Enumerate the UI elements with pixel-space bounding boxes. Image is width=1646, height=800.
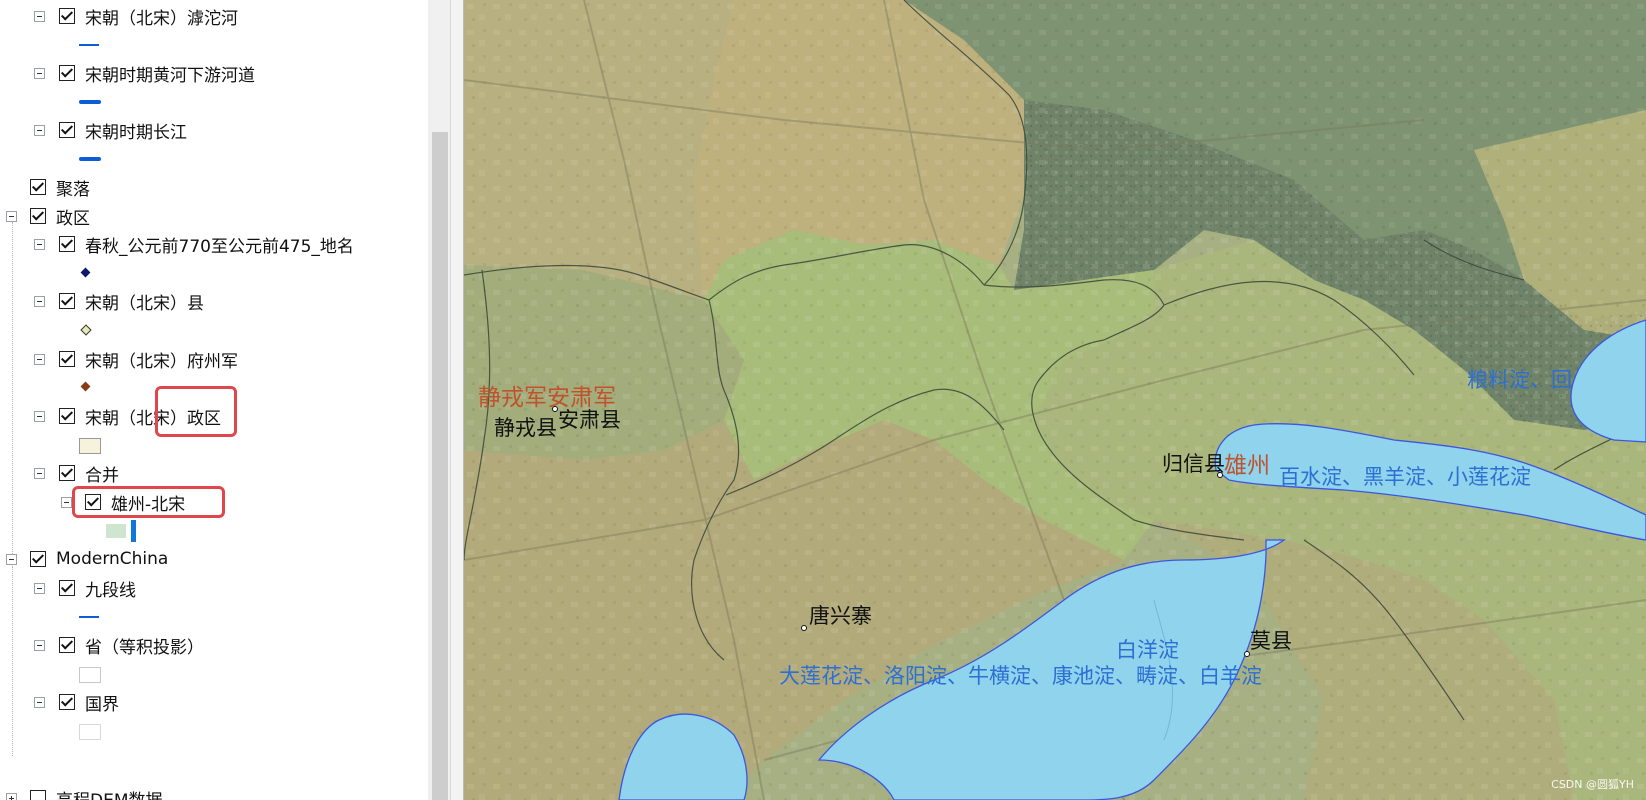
layer-visibility-checkbox[interactable] [30, 551, 46, 567]
map-label-county: 唐兴寨 [809, 604, 872, 628]
layer-row-chunqiu-placenames[interactable]: 春秋_公元前770至公元前475_地名 [34, 232, 354, 257]
tree-guide-line [12, 222, 13, 562]
polygon-symbol-icon [79, 438, 101, 454]
layer-row-merge[interactable]: 合并 [34, 461, 119, 486]
group-row-settlements[interactable]: 聚落 [16, 175, 90, 200]
tree-guide-line [12, 566, 13, 756]
line-symbol-icon [79, 100, 101, 104]
layer-visibility-checkbox[interactable] [59, 65, 75, 81]
layer-visibility-checkbox[interactable] [30, 208, 46, 224]
point-symbol-icon [80, 267, 91, 278]
collapse-toggle-icon[interactable] [34, 67, 45, 79]
group-label: 政区 [56, 208, 90, 229]
layer-visibility-checkbox[interactable] [59, 122, 75, 138]
collapse-toggle-icon[interactable] [34, 124, 45, 136]
collapse-toggle-icon[interactable] [34, 353, 45, 365]
point-symbol-icon [80, 381, 91, 392]
line-symbol-icon [79, 44, 99, 46]
layer-visibility-checkbox[interactable] [59, 293, 75, 309]
collapse-toggle-icon[interactable] [34, 467, 45, 479]
layer-row-song-county[interactable]: 宋朝（北宋）县 [34, 289, 204, 314]
line-symbol-icon [131, 520, 136, 542]
layer-row-song-prefecture[interactable]: 宋朝（北宋）府州军 [34, 347, 238, 372]
toc-scrollbar-thumb[interactable] [432, 132, 448, 800]
layer-label: 宋朝（北宋）滹沱河 [85, 8, 238, 29]
layer-row-national-border[interactable]: 国界 [34, 690, 119, 715]
layer-row-provinces[interactable]: 省（等积投影） [34, 633, 204, 658]
map-label-lake: 大莲花淀、洛阳淀、牛横淀、康池淀、畴淀、白羊淀 [779, 664, 1262, 688]
line-symbol-icon [79, 616, 99, 618]
layer-label: 宋朝（北宋）县 [85, 293, 204, 314]
collapse-toggle-icon[interactable] [34, 410, 45, 422]
map-label-county: 安肃县 [558, 408, 621, 432]
polygon-symbol-icon [106, 524, 126, 538]
collapse-toggle-icon[interactable] [61, 496, 72, 508]
group-row-modernchina[interactable]: ModernChina [6, 547, 168, 571]
map-label-prefecture: 雄州 [1224, 453, 1270, 479]
expand-toggle-icon[interactable] [6, 792, 17, 800]
layer-label: 春秋_公元前770至公元前475_地名 [85, 236, 354, 257]
layer-label: 合并 [85, 465, 119, 486]
table-of-contents-panel: 宋朝（北宋）滹沱河 宋朝时期黄河下游河道 宋朝时期长江 聚落 政区 春秋_公元前… [0, 0, 450, 800]
collapse-toggle-icon[interactable] [34, 582, 45, 594]
polygon-symbol-icon [79, 724, 101, 740]
layer-row-nine-dash-line[interactable]: 九段线 [34, 576, 136, 601]
layer-label: 国界 [85, 694, 119, 715]
panel-splitter[interactable] [450, 0, 464, 800]
map-label-lake: 百水淀、黑羊淀、小莲花淀 [1279, 465, 1531, 489]
layer-label: 九段线 [85, 580, 136, 601]
map-label-county: 莫县 [1250, 629, 1292, 653]
layer-label: 省（等积投影） [85, 637, 204, 658]
layer-visibility-checkbox[interactable] [59, 694, 75, 710]
layer-visibility-checkbox[interactable] [30, 790, 46, 800]
layer-visibility-checkbox[interactable] [59, 236, 75, 252]
map-label-lake: 粮料淀、回 [1467, 368, 1572, 392]
group-label: 聚落 [56, 179, 90, 200]
collapse-toggle-icon[interactable] [34, 696, 45, 708]
layer-visibility-checkbox[interactable] [59, 351, 75, 367]
map-canvas[interactable]: 静戎军安肃军 静戎县 安肃县 归信县 雄州 百水淀、黑羊淀、小莲花淀 粮料淀、回… [464, 0, 1646, 800]
collapse-toggle-icon[interactable] [34, 639, 45, 651]
watermark: CSDN @圆狐YH [1551, 778, 1634, 791]
settlement-point-icon[interactable] [801, 625, 807, 631]
layer-row-hutuo-river[interactable]: 宋朝（北宋）滹沱河 [34, 4, 238, 29]
group-label: 高程DEM数据 [56, 786, 163, 800]
layer-label: 宋朝时期黄河下游河道 [85, 65, 255, 86]
collapse-toggle-icon[interactable] [6, 210, 17, 222]
collapse-toggle-icon[interactable] [6, 553, 17, 565]
layer-visibility-checkbox[interactable] [59, 408, 75, 424]
polygon-symbol-icon [79, 667, 101, 683]
map-label-county: 静戎县 [494, 416, 557, 440]
collapse-toggle-icon[interactable] [34, 295, 45, 307]
collapse-toggle-icon[interactable] [34, 10, 45, 22]
layer-row-yellow-river[interactable]: 宋朝时期黄河下游河道 [34, 61, 255, 86]
point-symbol-icon [80, 324, 92, 336]
group-label: ModernChina [56, 549, 169, 569]
layer-visibility-checkbox[interactable] [30, 179, 46, 195]
group-row-regions[interactable]: 政区 [6, 204, 90, 229]
highlight-box [72, 486, 225, 518]
layer-visibility-checkbox[interactable] [59, 637, 75, 653]
layer-visibility-checkbox[interactable] [59, 580, 75, 596]
layer-visibility-checkbox[interactable] [59, 465, 75, 481]
layer-row-yangtze[interactable]: 宋朝时期长江 [34, 118, 187, 143]
layer-visibility-checkbox[interactable] [59, 8, 75, 24]
highlight-box [155, 386, 237, 437]
layer-label: 宋朝时期长江 [85, 122, 187, 143]
group-row-dem[interactable]: 高程DEM数据 [6, 786, 163, 800]
line-symbol-icon [79, 157, 101, 161]
collapse-toggle-icon[interactable] [34, 238, 45, 250]
map-label-county: 归信县 [1162, 452, 1225, 476]
layer-label: 宋朝（北宋）府州军 [85, 351, 238, 372]
